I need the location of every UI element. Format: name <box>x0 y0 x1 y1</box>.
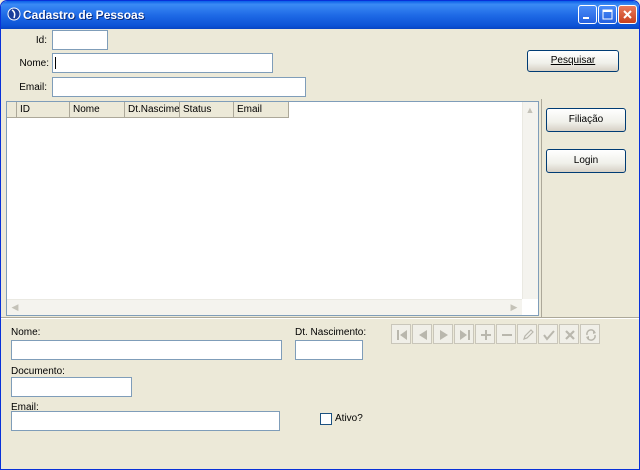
delete-icon <box>502 334 512 336</box>
grid-horizontal-scrollbar[interactable]: ◀ ▶ <box>7 299 522 315</box>
documento-input[interactable] <box>11 377 132 397</box>
content-area: Id: Nome: Email: Pesquisar ID Nome Dt.Na… <box>1 29 639 469</box>
prior-icon <box>419 330 427 340</box>
right-panel-divider <box>541 99 542 317</box>
window-title: Cadastro de Pessoas <box>23 8 145 22</box>
next-record-button[interactable] <box>433 324 453 344</box>
grid-header: ID Nome Dt.Nascimer Status Email <box>7 102 289 118</box>
email-search-label: Email: <box>19 82 47 93</box>
id-input[interactable] <box>52 30 108 50</box>
insert-record-button[interactable] <box>475 324 495 344</box>
first-icon <box>397 330 407 340</box>
login-label: Login <box>573 155 599 166</box>
cancel-icon <box>565 330 575 340</box>
last-record-button[interactable] <box>454 324 474 344</box>
email-search-input[interactable] <box>52 77 306 97</box>
maximize-icon <box>602 9 613 20</box>
column-header-email[interactable]: Email <box>234 102 289 118</box>
nome-label: Nome: <box>11 327 41 338</box>
dt-nascimento-input[interactable] <box>295 340 363 360</box>
title-bar[interactable]: Cadastro de Pessoas <box>1 1 639 29</box>
column-header-dt-nascimento[interactable]: Dt.Nascimer <box>125 102 180 118</box>
column-header-status[interactable]: Status <box>180 102 234 118</box>
nome-search-label: Nome: <box>19 58 49 69</box>
record-navigator <box>391 324 600 344</box>
refresh-icon <box>586 329 596 341</box>
text-caret <box>55 57 56 69</box>
results-grid[interactable]: ID Nome Dt.Nascimer Status Email ▲ ◀ ▶ <box>6 101 539 316</box>
close-button[interactable] <box>618 5 637 24</box>
login-button[interactable]: Login <box>546 149 626 173</box>
edit-icon <box>523 329 534 340</box>
prior-record-button[interactable] <box>412 324 432 344</box>
edit-record-button[interactable] <box>517 324 537 344</box>
post-icon <box>543 330 555 341</box>
first-record-button[interactable] <box>391 324 411 344</box>
last-icon <box>460 330 470 340</box>
cancel-record-button[interactable] <box>559 324 579 344</box>
email-input[interactable] <box>11 411 280 431</box>
dt-nascimento-label: Dt. Nascimento: <box>295 327 367 338</box>
next-icon <box>440 330 448 340</box>
refresh-record-button[interactable] <box>580 324 600 344</box>
documento-label: Documento: <box>11 366 65 377</box>
maximize-button[interactable] <box>598 5 617 24</box>
nome-input[interactable] <box>11 340 282 360</box>
insert-icon <box>481 330 491 340</box>
filiacao-label: Filiação <box>568 114 604 125</box>
app-icon <box>7 7 21 21</box>
nome-search-input[interactable] <box>52 53 273 73</box>
scroll-right-icon[interactable]: ▶ <box>507 300 521 314</box>
pesquisar-button[interactable]: Pesquisar <box>527 50 619 72</box>
scroll-left-icon[interactable]: ◀ <box>8 300 22 314</box>
minimize-button[interactable] <box>578 5 597 24</box>
ativo-checkbox[interactable] <box>320 413 332 425</box>
delete-record-button[interactable] <box>496 324 516 344</box>
minimize-icon <box>583 17 589 19</box>
ativo-label: Ativo? <box>335 413 363 424</box>
post-record-button[interactable] <box>538 324 558 344</box>
section-divider <box>1 317 639 319</box>
grid-vertical-scrollbar[interactable]: ▲ <box>522 102 538 299</box>
column-header-nome[interactable]: Nome <box>70 102 125 118</box>
close-icon <box>623 10 632 19</box>
column-header-id[interactable]: ID <box>17 102 70 118</box>
main-window: Cadastro de Pessoas Id: Nome: Email: Pes… <box>0 0 640 470</box>
filiacao-button[interactable]: Filiação <box>546 108 626 132</box>
id-label: Id: <box>35 35 47 46</box>
grid-indicator-header <box>7 102 17 118</box>
scroll-up-icon[interactable]: ▲ <box>523 103 537 117</box>
pesquisar-label: Pesquisar <box>550 55 596 66</box>
